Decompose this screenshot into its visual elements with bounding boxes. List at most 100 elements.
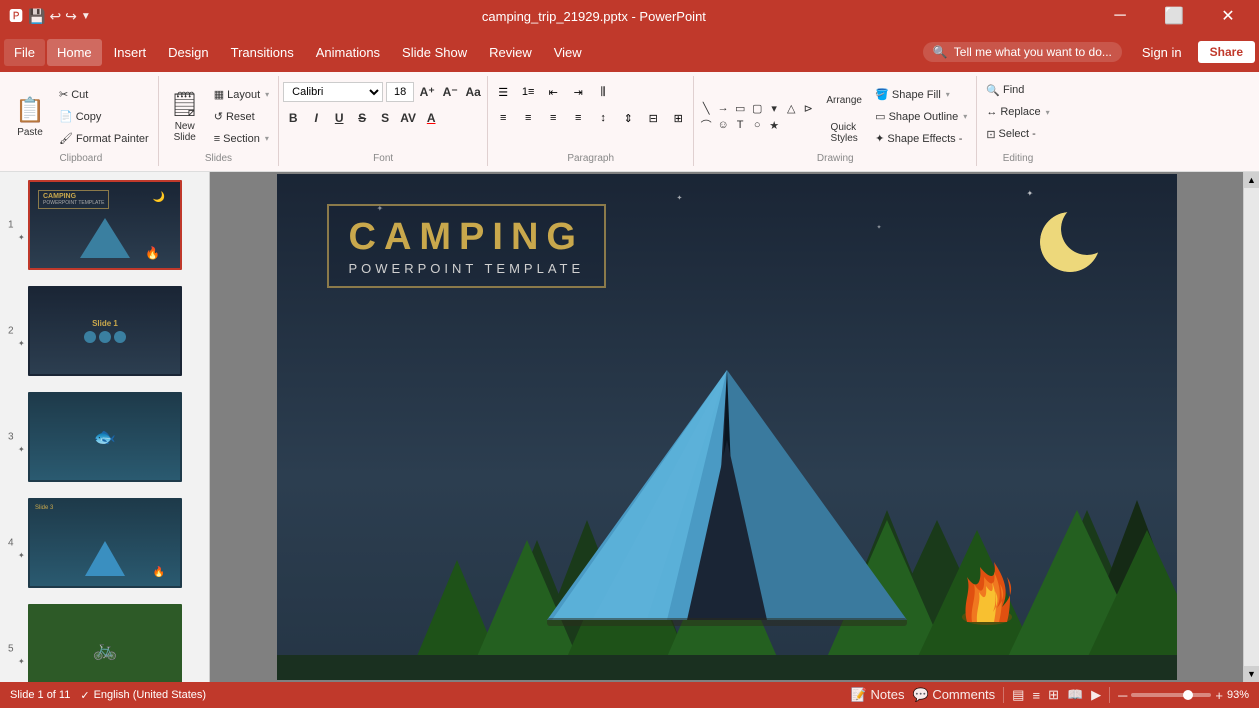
format-painter-button[interactable]: 🖌 Format Painter: [54, 129, 154, 149]
quick-styles-button[interactable]: QuickStyles: [822, 118, 866, 148]
slideshow-menu[interactable]: Slide Show: [392, 39, 477, 66]
search-box[interactable]: 🔍 Tell me what you want to do...: [923, 42, 1122, 62]
increase-indent-button[interactable]: ⇥: [567, 82, 589, 102]
arrange-button[interactable]: Arrange: [822, 86, 866, 116]
smiley-shape-button[interactable]: ☺: [715, 117, 731, 133]
restore-button[interactable]: ⬜: [1151, 0, 1197, 32]
design-menu[interactable]: Design: [158, 39, 218, 66]
char-spacing-button[interactable]: AV: [398, 108, 418, 128]
text-direction-button[interactable]: ⇕: [617, 108, 639, 128]
slide-canvas[interactable]: ✦ ✦ ✦ ✦ ✦ CAM: [277, 174, 1177, 680]
minimize-button[interactable]: ─: [1097, 0, 1143, 32]
transitions-menu[interactable]: Transitions: [221, 39, 304, 66]
comments-button[interactable]: 💬 Comments: [913, 687, 996, 703]
slide-panel[interactable]: 1 ✦ CAMPING POWERPOINT TEMPLATE 🔥 🌙 2 ✦: [0, 172, 210, 682]
animations-menu[interactable]: Animations: [306, 39, 390, 66]
slide-thumb-5[interactable]: 5 ✦ 🚲: [0, 596, 209, 682]
find-button[interactable]: 🔍 Find: [981, 80, 1054, 100]
line-shape-button[interactable]: ╲: [698, 100, 714, 116]
new-slide-button[interactable]: 🗒 New Slide: [163, 85, 207, 149]
line-spacing-button[interactable]: ↕: [592, 108, 614, 128]
normal-view-button[interactable]: ▤: [1012, 687, 1024, 703]
slide-title-box[interactable]: CAMPING POWERPOINT TEMPLATE: [327, 204, 607, 288]
zoom-thumb[interactable]: [1183, 690, 1193, 700]
slide-thumb-1[interactable]: 1 ✦ CAMPING POWERPOINT TEMPLATE 🔥 🌙: [0, 172, 209, 278]
clear-format-button[interactable]: Aa: [463, 82, 483, 102]
review-menu[interactable]: Review: [479, 39, 542, 66]
connector-button[interactable]: ⌒: [698, 117, 714, 133]
cut-button[interactable]: ✂ Cut: [54, 85, 154, 105]
right-scrollbar[interactable]: ▲ ▼: [1243, 172, 1259, 682]
numbering-button[interactable]: 1≡: [517, 82, 539, 102]
qat-customize-button[interactable]: ▼: [81, 11, 91, 22]
section-button[interactable]: ≡ Section ▾: [209, 129, 274, 149]
decrease-indent-button[interactable]: ⇤: [542, 82, 564, 102]
save-button[interactable]: 💾: [28, 8, 45, 25]
file-menu[interactable]: File: [4, 39, 45, 66]
redo-button[interactable]: ↪: [65, 8, 77, 25]
zoom-in-button[interactable]: +: [1215, 688, 1223, 703]
scroll-up-button[interactable]: ▲: [1244, 172, 1259, 188]
font-size-input[interactable]: [386, 82, 414, 102]
share-button[interactable]: Share: [1198, 41, 1255, 63]
chevron-shape-button[interactable]: ⊳: [800, 100, 816, 116]
shape-outline-dropdown[interactable]: ▾: [963, 112, 967, 121]
replace-dropdown[interactable]: ▾: [1046, 108, 1050, 117]
font-decrease-button[interactable]: A⁻: [440, 82, 460, 102]
reading-view-button[interactable]: 📖: [1067, 687, 1083, 703]
outline-view-button[interactable]: ≡: [1032, 688, 1040, 703]
section-dropdown-icon[interactable]: ▾: [265, 134, 269, 143]
slide-thumb-4[interactable]: 4 ✦ 🔥 Slide 3: [0, 490, 209, 596]
bullets-button[interactable]: ☰: [492, 82, 514, 102]
layout-dropdown-icon[interactable]: ▾: [265, 90, 269, 99]
slide-sorter-button[interactable]: ⊞: [1048, 687, 1059, 703]
justify-button[interactable]: ≡: [567, 108, 589, 128]
font-name-select[interactable]: Calibri: [283, 82, 383, 102]
insert-menu[interactable]: Insert: [104, 39, 157, 66]
columns-button[interactable]: ⫼: [592, 82, 614, 102]
slide-thumb-3[interactable]: 3 ✦ 🐟: [0, 384, 209, 490]
zoom-slider[interactable]: [1131, 693, 1211, 697]
more-shapes-button[interactable]: ▾: [766, 100, 782, 116]
slide-thumb-2[interactable]: 2 ✦ Slide 1: [0, 278, 209, 384]
align-right-button[interactable]: ≡: [542, 108, 564, 128]
star-shape-button[interactable]: ★: [766, 117, 782, 133]
italic-button[interactable]: I: [306, 108, 326, 128]
arrow-shape-button[interactable]: →: [715, 100, 731, 116]
align-left-button[interactable]: ≡: [492, 108, 514, 128]
font-increase-button[interactable]: A⁺: [417, 82, 437, 102]
undo-button[interactable]: ↩: [49, 8, 61, 25]
shadow-button[interactable]: S: [375, 108, 395, 128]
sign-in-button[interactable]: Sign in: [1134, 41, 1190, 64]
underline-button[interactable]: U: [329, 108, 349, 128]
bold-button[interactable]: B: [283, 108, 303, 128]
triangle-shape-button[interactable]: △: [783, 100, 799, 116]
copy-button[interactable]: 📄 Copy: [54, 107, 154, 127]
shape-fill-dropdown[interactable]: ▾: [946, 90, 950, 99]
text-shape-button[interactable]: T: [732, 117, 748, 133]
paste-button[interactable]: 📋 Paste: [8, 85, 52, 149]
zoom-out-button[interactable]: ─: [1118, 688, 1127, 703]
layout-button[interactable]: ▦ Layout ▾: [209, 85, 274, 105]
shape-fill-button[interactable]: 🪣 Shape Fill ▾: [870, 85, 972, 105]
rounded-rect-button[interactable]: ▢: [749, 100, 765, 116]
language-info[interactable]: ✓ English (United States): [80, 689, 206, 702]
scroll-down-button[interactable]: ▼: [1244, 666, 1259, 682]
notes-button[interactable]: 📝 Notes: [851, 687, 905, 703]
shape-effects-button[interactable]: ✦ Shape Effects -: [870, 129, 972, 149]
select-button[interactable]: ⊡ Select -: [981, 124, 1054, 144]
smart-art-button[interactable]: ⊞: [667, 108, 689, 128]
close-button[interactable]: ✕: [1205, 0, 1251, 32]
align-text-button[interactable]: ⊟: [642, 108, 664, 128]
slideshow-button[interactable]: ▶: [1091, 687, 1101, 703]
circle-shape-button[interactable]: ○: [749, 117, 765, 133]
font-color-button[interactable]: A: [421, 108, 441, 128]
strikethrough-button[interactable]: S: [352, 108, 372, 128]
view-menu[interactable]: View: [544, 39, 592, 66]
replace-button[interactable]: ↔ Replace ▾: [981, 102, 1054, 122]
align-center-button[interactable]: ≡: [517, 108, 539, 128]
reset-button[interactable]: ↺ Reset: [209, 107, 274, 127]
rect-shape-button[interactable]: ▭: [732, 100, 748, 116]
shape-outline-button[interactable]: ▭ Shape Outline ▾: [870, 107, 972, 127]
home-menu[interactable]: Home: [47, 39, 102, 66]
